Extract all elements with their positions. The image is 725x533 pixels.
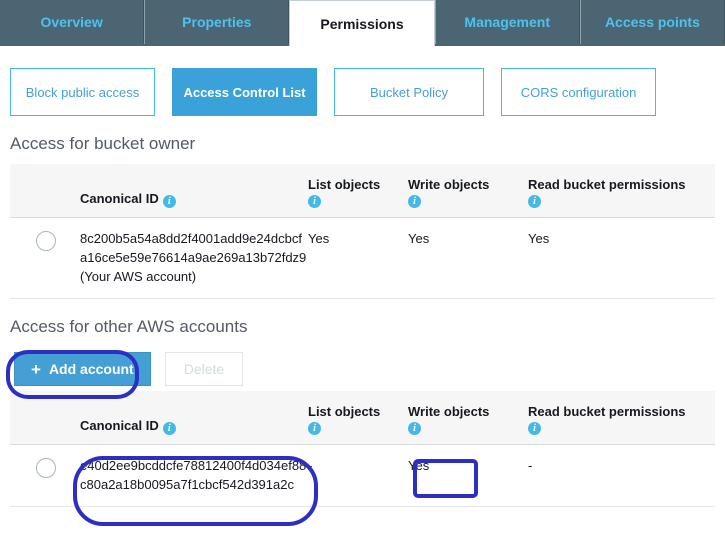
subtab-cors-configuration[interactable]: CORS configuration: [501, 68, 656, 116]
column-header-write-objects: Write objects i: [408, 404, 490, 435]
tab-overview-label: Overview: [40, 14, 103, 30]
cell-read-bucket-permissions: -: [528, 458, 533, 473]
column-header-list-objects: List objects i: [308, 404, 381, 435]
column-header-canonical-id: Canonical ID i: [80, 191, 308, 217]
section-title-bucket-owner: Access for bucket owner: [10, 134, 196, 153]
permissions-subtab-group: Block public access Access Control List …: [0, 46, 725, 116]
row-radio-button[interactable]: [36, 458, 56, 478]
subtab-access-control-list[interactable]: Access Control List: [172, 68, 317, 116]
column-header-read-bucket-permissions: Read bucket permissions i: [528, 404, 686, 435]
info-icon[interactable]: i: [308, 422, 321, 435]
cell-list-objects: Yes: [308, 231, 330, 246]
tab-access-points[interactable]: Access points: [579, 0, 725, 44]
info-icon[interactable]: i: [528, 422, 541, 435]
tab-management[interactable]: Management: [434, 0, 580, 44]
section-title-other-aws-accounts: Access for other AWS accounts: [10, 317, 248, 336]
info-icon[interactable]: i: [408, 422, 421, 435]
info-icon[interactable]: i: [162, 195, 176, 208]
table-header-row: Canonical ID i List objects i Write objec…: [10, 391, 715, 445]
column-header-list-objects: List objects i: [308, 177, 381, 208]
cell-canonical-id: 8c200b5a54a8dd2f4001add9e24dcbcfa16ce5e5…: [80, 231, 307, 284]
tab-overview[interactable]: Overview: [0, 0, 145, 44]
cell-list-objects: -: [308, 458, 313, 473]
plus-icon: +: [31, 359, 41, 379]
other-accounts-action-bar: + Add account Delete: [0, 347, 725, 391]
info-icon[interactable]: i: [308, 195, 321, 208]
add-account-button-label: Add account: [48, 361, 134, 377]
info-icon[interactable]: i: [528, 195, 541, 208]
tab-properties-label: Properties: [182, 14, 252, 30]
table-row[interactable]: e40d2ee9bcddcfe78812400f4d034ef88c80a2a1…: [10, 445, 715, 507]
other-accounts-acl-table: Canonical ID i List objects i Write objec…: [10, 391, 715, 507]
subtab-block-public-access-label: Block public access: [25, 84, 140, 100]
cell-canonical-id: e40d2ee9bcddcfe78812400f4d034ef88c80a2a1…: [80, 458, 307, 492]
column-header-select: [10, 208, 80, 217]
subtab-block-public-access[interactable]: Block public access: [10, 68, 155, 116]
subtab-access-control-list-label: Access Control List: [183, 84, 306, 100]
bucket-owner-acl-table: Canonical ID i List objects i Write objec…: [10, 164, 715, 299]
subtab-bucket-policy-label: Bucket Policy: [369, 84, 449, 100]
row-radio-button[interactable]: [36, 231, 56, 251]
column-header-canonical-id: Canonical ID i: [80, 418, 308, 444]
cell-read-bucket-permissions: Yes: [528, 231, 550, 246]
tab-management-label: Management: [464, 14, 550, 30]
row-select-cell: [10, 229, 80, 251]
row-select-cell: [10, 456, 80, 478]
tab-permissions-label: Permissions: [320, 15, 404, 32]
tab-access-points-label: Access points: [604, 14, 700, 30]
cell-write-objects: Yes: [408, 231, 430, 246]
delete-button-label: Delete: [183, 361, 225, 377]
table-header-row: Canonical ID i List objects i Write objec…: [10, 164, 715, 218]
delete-button: Delete: [164, 352, 244, 386]
info-icon[interactable]: i: [162, 422, 176, 435]
info-icon[interactable]: i: [408, 195, 421, 208]
cell-write-objects: Yes: [408, 458, 430, 473]
column-header-select: [10, 435, 80, 444]
table-row[interactable]: 8c200b5a54a8dd2f4001add9e24dcbcfa16ce5e5…: [10, 218, 715, 299]
column-header-read-bucket-permissions: Read bucket permissions i: [528, 177, 686, 208]
subtab-cors-configuration-label: CORS configuration: [520, 84, 637, 100]
column-header-write-objects: Write objects i: [408, 177, 490, 208]
tab-permissions[interactable]: Permissions: [289, 0, 435, 46]
subtab-bucket-policy[interactable]: Bucket Policy: [334, 68, 484, 116]
main-tab-strip: Overview Properties Permissions Manageme…: [0, 0, 725, 46]
add-account-button[interactable]: + Add account: [14, 352, 151, 386]
tab-properties[interactable]: Properties: [144, 0, 290, 44]
